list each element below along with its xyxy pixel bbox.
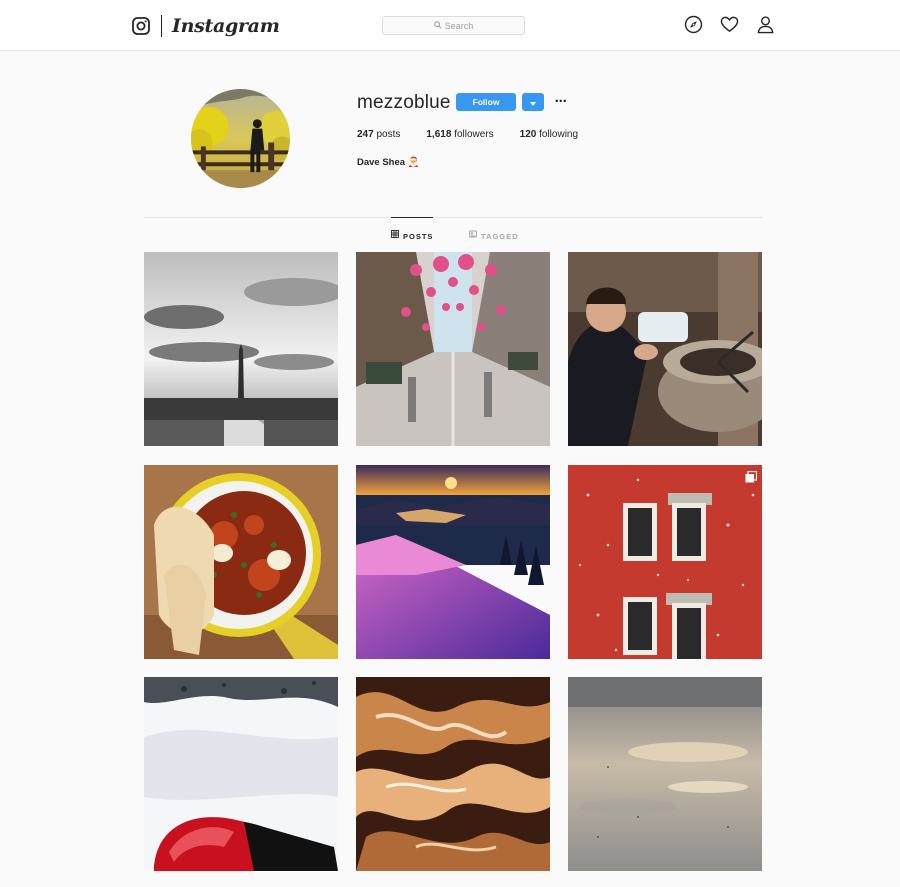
profile-username: mezzoblue bbox=[357, 92, 451, 113]
tabs-divider bbox=[144, 217, 763, 218]
following-stat[interactable]: 120 following bbox=[520, 129, 578, 140]
profile-avatar bbox=[191, 89, 290, 188]
tab-tagged-label: TAGGED bbox=[481, 232, 519, 241]
tab-posts-label: POSTS bbox=[403, 232, 434, 241]
followers-label: followers bbox=[454, 129, 494, 140]
posts-count: 247 bbox=[357, 129, 374, 140]
post-photo-misty-water bbox=[568, 677, 762, 871]
follow-button[interactable]: Follow bbox=[456, 93, 516, 111]
followers-count: 1,618 bbox=[426, 129, 452, 140]
top-nav-bar: Instagram Search bbox=[0, 0, 900, 51]
search-placeholder: Search bbox=[444, 20, 474, 31]
post-tile[interactable] bbox=[568, 252, 762, 446]
suggestions-dropdown-button[interactable] bbox=[522, 93, 544, 111]
profile-full-name: Dave Shea 🎅 bbox=[357, 157, 420, 168]
brand-wordmark: Instagram bbox=[172, 15, 280, 37]
post-photo-man-brewing bbox=[568, 252, 762, 446]
heart-icon[interactable] bbox=[720, 15, 739, 34]
tag-icon bbox=[469, 230, 477, 241]
post-photo-pink-lanterns-street bbox=[356, 252, 550, 446]
followers-stat[interactable]: 1,618 followers bbox=[426, 129, 493, 140]
carousel-icon bbox=[745, 470, 758, 483]
caret-down-icon bbox=[530, 93, 536, 111]
brand-logo[interactable]: Instagram bbox=[132, 14, 280, 38]
user-icon[interactable] bbox=[756, 15, 775, 34]
posts-stat: 247 posts bbox=[357, 129, 400, 140]
post-photo-red-building-snow bbox=[568, 465, 762, 659]
brand-divider bbox=[161, 15, 162, 37]
profile-stats: 247 posts 1,618 followers 120 following bbox=[357, 129, 604, 140]
post-tile[interactable] bbox=[356, 465, 550, 659]
nav-actions bbox=[684, 15, 775, 34]
tab-posts[interactable]: POSTS bbox=[391, 217, 434, 241]
post-tile[interactable] bbox=[144, 677, 338, 871]
post-photo-shakshuka bbox=[144, 465, 338, 659]
search-input[interactable]: Search bbox=[382, 16, 525, 35]
compass-icon[interactable] bbox=[684, 15, 703, 34]
instagram-camera-icon bbox=[132, 17, 150, 35]
post-photo-snowboard bbox=[144, 677, 338, 871]
post-tile[interactable] bbox=[356, 677, 550, 871]
post-tile[interactable] bbox=[144, 465, 338, 659]
tab-tagged[interactable]: TAGGED bbox=[469, 217, 519, 241]
following-count: 120 bbox=[519, 129, 537, 140]
post-photo-mountain-sunset bbox=[356, 465, 550, 659]
post-photo-washington-monument bbox=[144, 252, 338, 446]
ellipsis-icon: ⋯ bbox=[554, 94, 568, 108]
search-icon bbox=[434, 20, 445, 31]
post-tile[interactable] bbox=[568, 677, 762, 871]
grid-icon bbox=[391, 230, 399, 241]
post-tile[interactable] bbox=[144, 252, 338, 446]
posts-label: posts bbox=[376, 129, 401, 140]
following-label: following bbox=[539, 129, 579, 140]
post-tile[interactable] bbox=[356, 252, 550, 446]
post-photo-marbled-abstract bbox=[356, 677, 550, 871]
more-options-button[interactable]: ⋯ bbox=[554, 94, 568, 108]
post-tile[interactable] bbox=[568, 465, 762, 659]
